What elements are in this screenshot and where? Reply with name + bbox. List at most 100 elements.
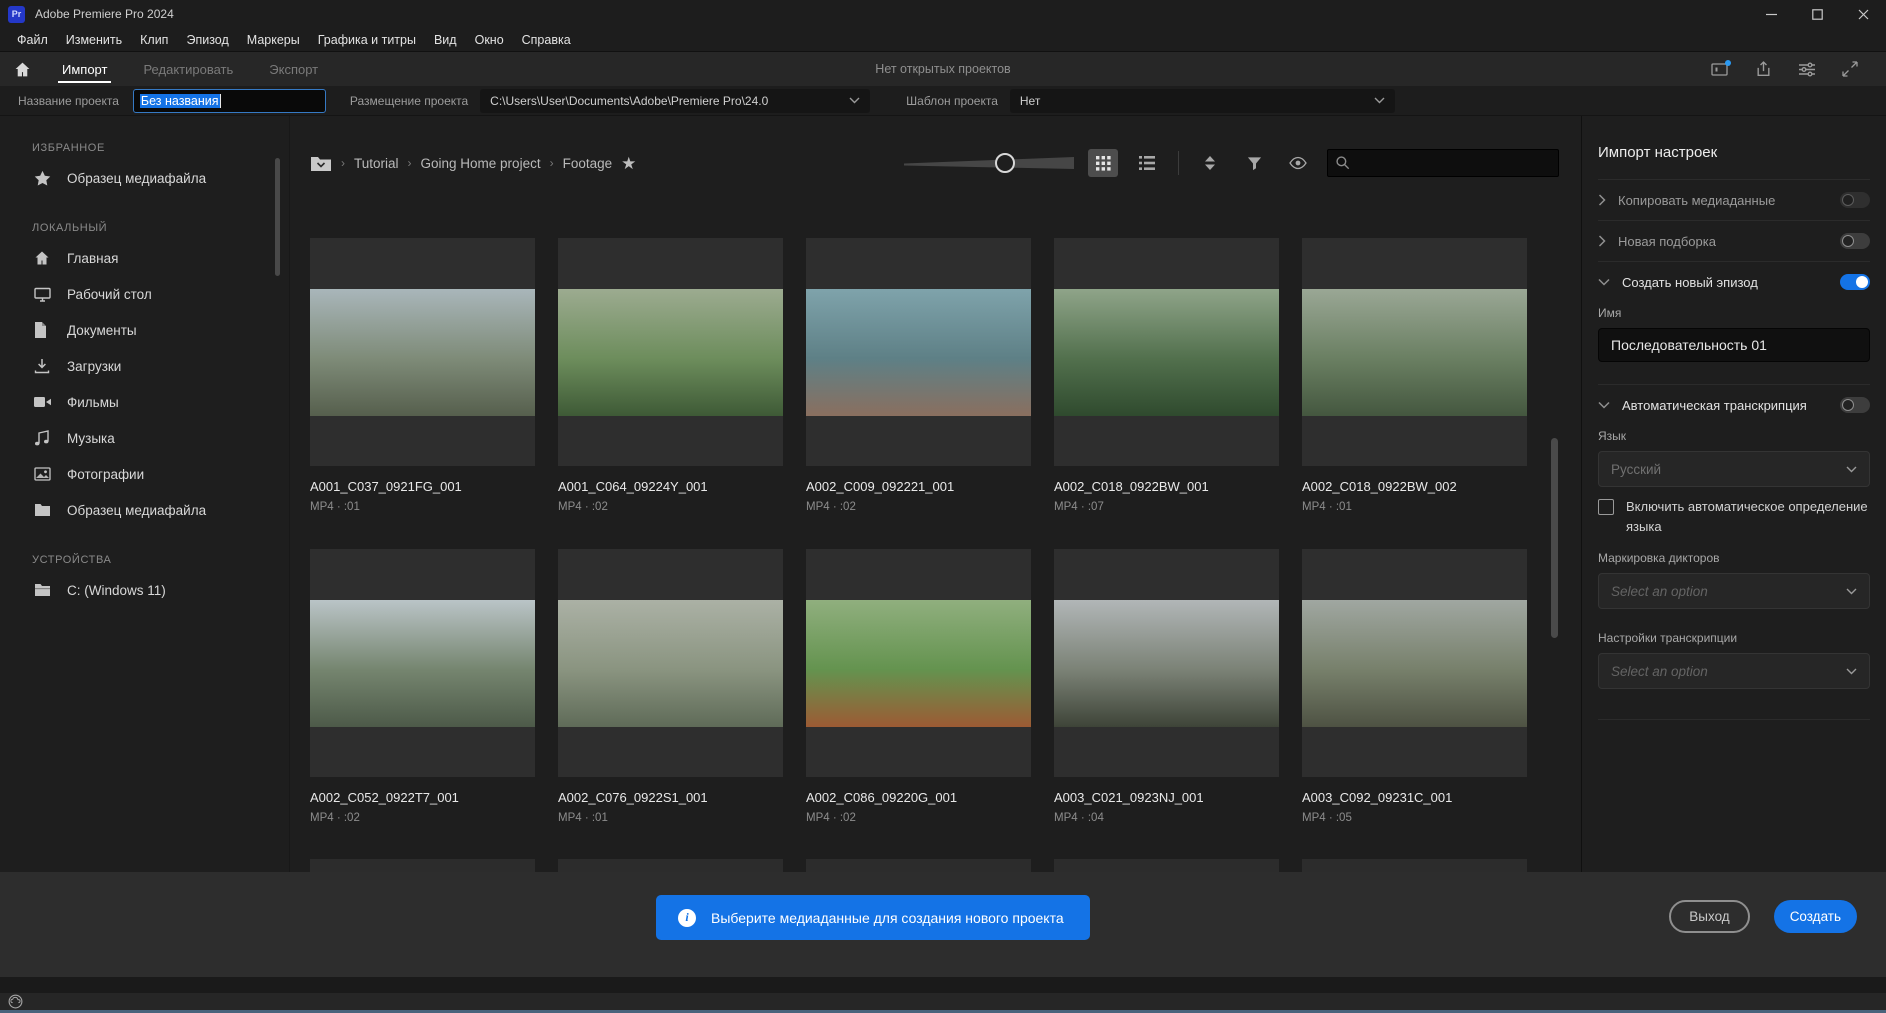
folder-chevron-icon[interactable] (310, 155, 332, 172)
sidebar-item[interactable]: Документы (0, 312, 289, 348)
transcription-section-header[interactable]: Автоматическая транскрипция (1598, 385, 1870, 425)
create-sequence-toggle[interactable] (1840, 274, 1870, 290)
media-card[interactable]: A001_C037_0921FG_001 MP4 · :01 (310, 238, 535, 513)
breadcrumb-item[interactable]: Going Home project (421, 156, 541, 171)
workspace-button[interactable] (1711, 59, 1731, 77)
media-card[interactable]: A002_C086_09220G_001 MP4 · :02 (806, 549, 1031, 824)
sidebar-section: УСТРОЙСТВА C: (Windows 11) (0, 554, 289, 608)
menu-item[interactable]: Справка (513, 28, 580, 52)
tab-экспорт[interactable]: Экспорт (269, 52, 318, 86)
media-card[interactable]: A002_C076_0922S1_001 MP4 · :01 (558, 549, 783, 824)
sidebar-item[interactable]: Главная (0, 240, 289, 276)
media-card[interactable]: A001_C064_09224Y_001 MP4 · :02 (558, 238, 783, 513)
media-format-duration: MP4 · :02 (310, 812, 360, 824)
create-button[interactable]: Создать (1773, 900, 1857, 933)
copy-media-section-header[interactable]: Копировать медиаданные (1598, 180, 1870, 220)
sidebar-section-title: УСТРОЙСТВА (32, 554, 112, 566)
tab-импорт[interactable]: Импорт (57, 52, 112, 86)
sidebar-item[interactable]: Музыка (0, 420, 289, 456)
media-format-duration: MP4 · :02 (806, 812, 856, 824)
new-bin-toggle[interactable] (1840, 233, 1870, 249)
speaker-labeling-select[interactable]: Select an option (1598, 573, 1870, 610)
bottom-gap (0, 977, 1886, 993)
maximize-button[interactable] (1794, 0, 1840, 28)
sidebar-item[interactable]: C: (Windows 11) (0, 572, 289, 608)
transcription-settings-select[interactable]: Select an option (1598, 653, 1870, 690)
sidebar-item[interactable]: Загрузки (0, 348, 289, 384)
list-view-button[interactable] (1132, 149, 1162, 177)
media-card[interactable]: A003_C092_09231C_001 MP4 · :05 (1302, 549, 1527, 824)
media-thumbnail (1302, 549, 1527, 777)
search-box (1327, 149, 1559, 177)
media-format-duration: MP4 · :07 (1054, 501, 1104, 513)
media-format-duration: MP4 · :02 (558, 501, 608, 513)
sidebar-item[interactable]: Фотографии (0, 456, 289, 492)
menu-item[interactable]: Маркеры (238, 28, 309, 52)
settings-sliders-button[interactable] (1798, 62, 1816, 77)
media-grid-scrollbar[interactable] (1551, 438, 1558, 638)
speaker-labeling-label: Маркировка дикторов (1598, 551, 1720, 566)
menu-item[interactable]: Клип (131, 28, 177, 52)
search-input[interactable] (1327, 149, 1559, 177)
sidebar-item-label: Рабочий стол (67, 286, 152, 302)
transcription-settings-label: Настройки транскрипции (1598, 631, 1738, 646)
sidebar-item[interactable]: Фильмы (0, 384, 289, 420)
media-card[interactable]: A002_C009_092221_001 MP4 · :02 (806, 238, 1031, 513)
sidebar-item-label: Образец медиафайла (67, 170, 207, 186)
minimize-button[interactable] (1748, 0, 1794, 28)
media-card[interactable]: A002_C018_0922BW_001 MP4 · :07 (1054, 238, 1279, 513)
sequence-name-label: Имя (1598, 306, 1622, 320)
copy-media-label: Копировать медиаданные (1618, 192, 1776, 208)
breadcrumb: › Tutorial › Going Home project › Footage ★ (310, 155, 636, 172)
media-thumbnail (310, 549, 535, 777)
menu-item[interactable]: Файл (8, 28, 57, 52)
project-name-input[interactable]: Без названия (132, 88, 326, 113)
sidebar-item[interactable]: Образец медиафайла (0, 492, 289, 528)
title-bar: Pr Adobe Premiere Pro 2024 (0, 0, 1886, 28)
project-template-select[interactable]: Нет (1009, 88, 1395, 113)
favorite-star-icon[interactable]: ★ (621, 155, 636, 172)
chevron-down-icon (1598, 278, 1610, 286)
sidebar-item[interactable]: Рабочий стол (0, 276, 289, 312)
create-sequence-section-header[interactable]: Создать новый эпизод (1598, 262, 1870, 302)
sort-button[interactable] (1195, 149, 1225, 177)
close-button[interactable] (1840, 0, 1886, 28)
grid-view-button[interactable] (1088, 149, 1118, 177)
exit-button[interactable]: Выход (1669, 900, 1750, 933)
sidebar-item-label: Фильмы (67, 394, 119, 410)
media-card[interactable]: A002_C018_0922BW_002 MP4 · :01 (1302, 238, 1527, 513)
sequence-name-input[interactable] (1598, 328, 1870, 362)
fullscreen-button[interactable] (1842, 61, 1858, 77)
media-thumbnail (806, 238, 1031, 466)
menu-item[interactable]: Окно (466, 28, 513, 52)
project-location-value: C:\Users\User\Documents\Adobe\Premiere P… (490, 93, 769, 108)
menu-item[interactable]: Эпизод (177, 28, 237, 52)
menu-item[interactable]: Вид (425, 28, 466, 52)
menu-item[interactable]: Изменить (57, 28, 131, 52)
breadcrumb-item[interactable]: Footage (563, 156, 613, 171)
selection-hint-banner: i Выберите медиаданные для создания ново… (656, 895, 1090, 940)
copy-media-toggle[interactable] (1840, 192, 1870, 208)
menu-item[interactable]: Графика и титры (309, 28, 425, 52)
thumbnail-size-slider[interactable] (902, 149, 1074, 177)
project-name-label: Название проекта (18, 93, 119, 108)
preview-eye-button[interactable] (1283, 149, 1313, 177)
auto-detect-language-checkbox[interactable] (1598, 499, 1614, 515)
new-bin-section-header[interactable]: Новая подборка (1598, 221, 1870, 261)
home-button[interactable] (0, 52, 44, 86)
menu-bar: Файл Изменить Клип Эпизод Маркеры Графика и т… (0, 28, 1886, 52)
language-select[interactable]: Русский (1598, 451, 1870, 487)
project-location-select[interactable]: C:\Users\User\Documents\Adobe\Premiere P… (480, 88, 871, 113)
transcription-toggle[interactable] (1840, 397, 1870, 413)
filter-button[interactable] (1239, 149, 1269, 177)
media-card[interactable]: A002_C052_0922T7_001 MP4 · :02 (310, 549, 535, 824)
media-filename: A002_C009_092221_001 (806, 479, 955, 494)
creative-cloud-icon[interactable] (8, 994, 23, 1009)
share-button[interactable] (1755, 60, 1772, 78)
tab-редактировать[interactable]: Редактировать (143, 52, 233, 86)
sidebar-item[interactable]: Образец медиафайла (0, 160, 289, 196)
media-card[interactable]: A003_C021_0923NJ_001 MP4 · :04 (1054, 549, 1279, 824)
breadcrumb-item[interactable]: Tutorial (354, 156, 399, 171)
sidebar-item-label: Документы (67, 322, 137, 338)
sidebar-scrollbar[interactable] (275, 158, 280, 276)
